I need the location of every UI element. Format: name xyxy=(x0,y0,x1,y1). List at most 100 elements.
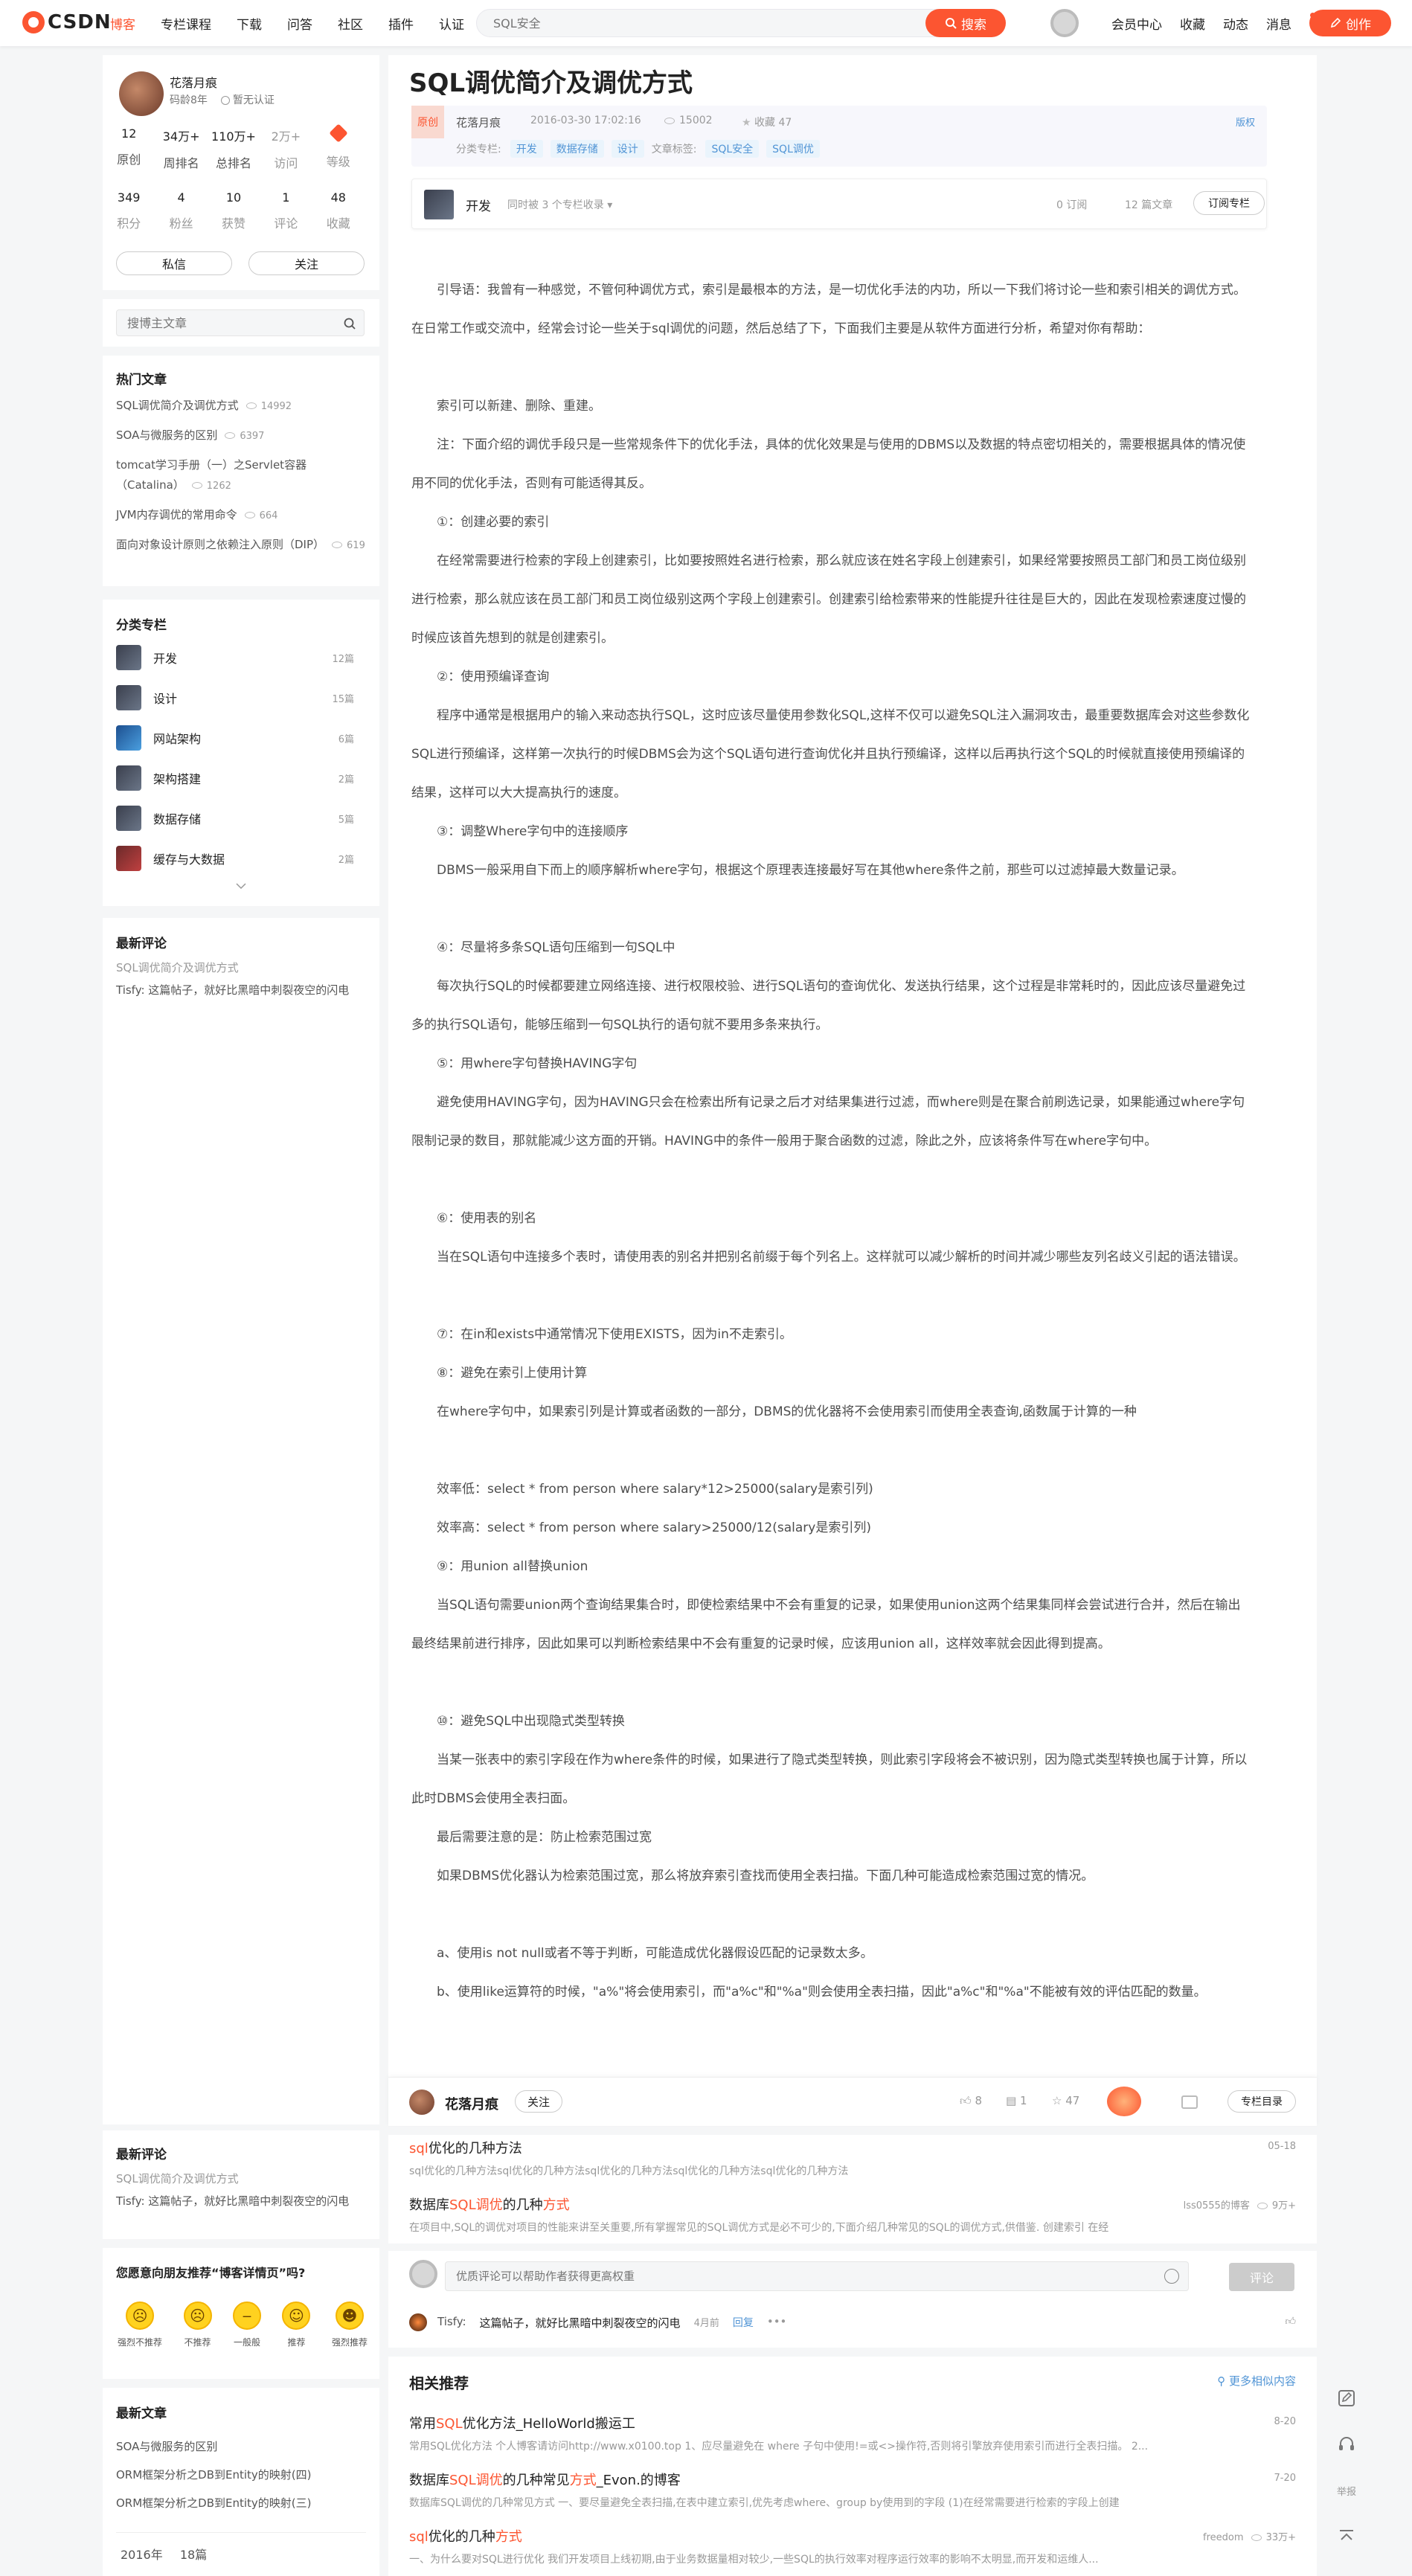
survey-option[interactable]: ☹ 强烈不推荐 xyxy=(118,2302,162,2348)
commenter-avatar[interactable] xyxy=(409,2313,427,2331)
reply-link[interactable]: 回复 xyxy=(733,2315,754,2331)
report-float-button[interactable]: 举报 xyxy=(1327,2471,1366,2510)
column-item[interactable]: 数据存储 5篇 xyxy=(116,803,354,833)
recommend-item[interactable]: 数据库SQL调优的几种方式 在项目中,SQL的调优对项目的性能来讲至关重要,所有… xyxy=(409,2194,1257,2235)
nav-qa[interactable]: 问答 xyxy=(287,14,312,33)
support-float-button[interactable] xyxy=(1327,2425,1366,2464)
blog-search-input[interactable] xyxy=(117,310,325,335)
comment-content: 这篇帖子，就好比黑暗中刺裂夜空的闪电 xyxy=(479,2316,681,2330)
submit-comment-button[interactable]: 评论 xyxy=(1229,2263,1294,2291)
article-paragraph: 当在SQL语句中连接多个表时，请使用表的别名并把别名前缀于每个列名上。这样就可以… xyxy=(437,1250,1246,1265)
category-tag[interactable]: 数据存储 xyxy=(550,140,604,158)
column-dir-button[interactable]: 专栏目录 xyxy=(1228,2090,1296,2113)
comment-article-link[interactable]: SQL调优简介及调优方式 xyxy=(116,2171,239,2186)
search-input[interactable] xyxy=(477,10,923,36)
chevron-down-icon[interactable] xyxy=(235,882,247,890)
related-item[interactable]: sql优化的几种方式 一、为什么要对SQL进行优化 我们开发项目上线初期,由于业… xyxy=(409,2526,1257,2566)
stat-original[interactable]: 12 原创 xyxy=(103,126,155,171)
star-button[interactable]: ☆ 47 xyxy=(1052,2094,1079,2107)
column-name[interactable]: 开发 xyxy=(466,196,491,214)
search-icon[interactable] xyxy=(343,317,356,330)
nav-courses[interactable]: 专栏课程 xyxy=(161,14,211,33)
share-icon[interactable] xyxy=(1181,2095,1198,2109)
survey-option[interactable]: ☹ 不推荐 xyxy=(183,2302,212,2348)
nav-blog[interactable]: 博客 xyxy=(110,14,135,33)
survey-option-label: 推荐 xyxy=(287,2337,306,2348)
hot-item[interactable]: SQL调优简介及调优方式 14992 xyxy=(116,396,366,417)
footer-author-name[interactable]: 花落月痕 xyxy=(445,2094,498,2113)
more-icon[interactable]: ••• xyxy=(767,2315,787,2331)
stat-comments[interactable]: 1 评论 xyxy=(260,190,312,231)
recommend-item[interactable]: sql优化的几种方法 sql优化的几种方法sql优化的几种方法sql优化的几种方… xyxy=(409,2138,1257,2178)
column-item[interactable]: 网站架构 6篇 xyxy=(116,723,354,753)
footer-follow-button[interactable]: 关注 xyxy=(515,2090,562,2113)
nav-plugin[interactable]: 插件 xyxy=(388,14,414,33)
related-item[interactable]: 数据库SQL调优的几种常见方式_Evon.的博客 数据库SQL调优的几种常见方式… xyxy=(409,2470,1257,2510)
stat-level[interactable]: 等级 xyxy=(312,123,365,171)
title-text: 优化的几种 xyxy=(428,2529,495,2545)
edit-float-button[interactable] xyxy=(1327,2379,1366,2418)
favorites-link[interactable]: 收藏 xyxy=(1180,14,1205,33)
like-button[interactable]: 👍︎ 8 xyxy=(960,2094,982,2108)
related-item[interactable]: 常用SQL优化方法_HelloWorld搬运工 常用SQL优化方法 个人博客请访… xyxy=(409,2413,1257,2453)
latest-article-item[interactable]: ORM框架分析之DB到Entity的映射(四) xyxy=(116,2461,312,2489)
stat-visits[interactable]: 2万+ 访问 xyxy=(260,126,312,171)
category-tag[interactable]: 设计 xyxy=(611,140,644,158)
article-favorites[interactable]: ★ 收藏 47 xyxy=(742,115,792,129)
private-message-button[interactable]: 私信 xyxy=(116,251,232,275)
category-tag[interactable]: 开发 xyxy=(510,140,543,158)
nav-cert[interactable]: 认证 xyxy=(439,14,464,33)
stat-total-rank[interactable]: 110万+ 总排名 xyxy=(208,126,260,171)
subscribe-column-button[interactable]: 订阅专栏 xyxy=(1193,191,1265,215)
comment-like-icon[interactable]: 👍︎ xyxy=(1285,2315,1296,2328)
column-item[interactable]: 开发 12篇 xyxy=(116,643,354,672)
author-name[interactable]: 花落月痕 xyxy=(170,73,217,91)
stat-points[interactable]: 349 积分 xyxy=(103,190,155,231)
hot-item[interactable]: JVM内存调优的常用命令 664 xyxy=(116,505,366,526)
latest-article-item[interactable]: SOA与微服务的区别 xyxy=(116,2432,312,2461)
hot-item[interactable]: SOA与微服务的区别 6397 xyxy=(116,425,366,446)
latest-article-item[interactable]: ORM框架分析之DB到Entity的映射(三) xyxy=(116,2489,312,2517)
hot-item[interactable]: 面向对象设计原则之依赖注入原则（DIP） 619 xyxy=(116,535,366,556)
article-tag[interactable]: SQL安全 xyxy=(705,140,760,158)
article-tag[interactable]: SQL调优 xyxy=(766,140,820,158)
vip-center-link[interactable]: 会员中心 xyxy=(1111,14,1162,33)
author-avatar[interactable] xyxy=(409,2090,434,2115)
more-similar-link[interactable]: ⚲ 更多相似内容 xyxy=(1217,2373,1296,2389)
hot-item[interactable]: tomcat学习手册（一）之Servlet容器（Catalina） 1262 xyxy=(116,455,366,496)
follow-button[interactable]: 关注 xyxy=(248,251,365,275)
stat-favorites[interactable]: 48 收藏 xyxy=(312,190,365,231)
activity-link[interactable]: 动态 xyxy=(1223,14,1248,33)
emoji-icon[interactable] xyxy=(1164,2269,1179,2284)
column-item[interactable]: 架构搭建 2篇 xyxy=(116,763,354,793)
stat-week-rank[interactable]: 34万+ 周排名 xyxy=(155,126,207,171)
comment-user[interactable]: Tisfy: xyxy=(437,2315,466,2331)
stat-fans[interactable]: 4 粉丝 xyxy=(155,190,207,231)
messages-link[interactable]: 消息 xyxy=(1266,12,1315,33)
article-author[interactable]: 花落月痕 xyxy=(456,115,501,130)
comment-input[interactable] xyxy=(446,2262,1115,2290)
search-button[interactable]: 搜索 xyxy=(925,9,1006,37)
nav-download[interactable]: 下载 xyxy=(237,14,262,33)
nav-community[interactable]: 社区 xyxy=(338,14,363,33)
comment-article-link[interactable]: SQL调优简介及调优方式 xyxy=(116,960,239,975)
copyright-link[interactable]: 版权 xyxy=(1236,115,1255,129)
column-item[interactable]: 缓存与大数据 2篇 xyxy=(116,844,354,873)
related-item-desc: 一、为什么要对SQL进行优化 我们开发项目上线初期,由于业务数据量相对较少,一些… xyxy=(409,2554,1099,2566)
column-item[interactable]: 设计 15篇 xyxy=(116,683,354,713)
stat-label: 总排名 xyxy=(215,156,251,170)
survey-option[interactable]: ☺ 推荐 xyxy=(282,2302,311,2348)
create-button[interactable]: 创作 xyxy=(1309,10,1391,36)
archive-row[interactable]: 2016年 18篇 xyxy=(116,2532,366,2563)
column-note[interactable]: 同时被 3 个专栏收录 ▾ xyxy=(507,197,612,212)
user-avatar[interactable] xyxy=(1050,9,1079,37)
survey-option[interactable]: ‒ 一般般 xyxy=(232,2302,261,2348)
comment-button[interactable]: ▤ 1 xyxy=(1006,2094,1027,2107)
survey-option[interactable]: ☻ 强烈推荐 xyxy=(332,2302,368,2348)
author-avatar[interactable] xyxy=(119,71,164,116)
back-to-top-button[interactable] xyxy=(1327,2517,1366,2556)
csdn-logo[interactable]: CSDN xyxy=(22,10,112,34)
level-icon xyxy=(312,123,365,143)
stat-likes[interactable]: 10 获赞 xyxy=(208,190,260,231)
reward-icon[interactable] xyxy=(1107,2087,1141,2116)
